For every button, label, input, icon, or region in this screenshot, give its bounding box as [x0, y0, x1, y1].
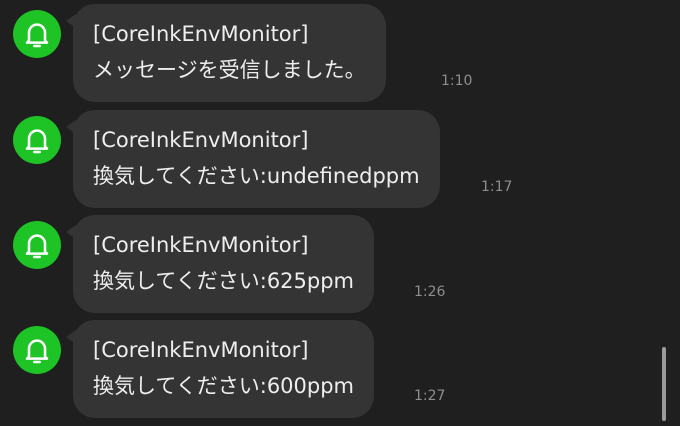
bell-icon — [25, 23, 49, 48]
message-bubble[interactable]: [CoreInkEnvMonitor] 換気してください:undefinedpp… — [66, 110, 440, 208]
avatar[interactable] — [13, 326, 61, 374]
message-text: 換気してください:625ppm — [93, 269, 355, 293]
message-time: 1:10 — [441, 73, 473, 89]
scrollbar[interactable] — [662, 347, 666, 421]
message-row: [CoreInkEnvMonitor] 換気してください:625ppm 1:26 — [0, 215, 660, 315]
message-text: メッセージを受信しました。 — [93, 58, 366, 82]
message-sender: [CoreInkEnvMonitor] — [93, 128, 309, 152]
message-bubble[interactable]: [CoreInkEnvMonitor] メッセージを受信しました。 — [66, 4, 386, 102]
message-text: 換気してください:undefinedppm — [93, 164, 420, 188]
message-time: 1:17 — [481, 179, 513, 195]
message-sender: [CoreInkEnvMonitor] — [93, 22, 309, 46]
message-time: 1:26 — [414, 284, 446, 300]
avatar[interactable] — [13, 10, 61, 58]
bell-icon — [25, 339, 49, 364]
message-row: [CoreInkEnvMonitor] メッセージを受信しました。 1:10 — [0, 4, 660, 104]
bell-icon — [25, 129, 49, 154]
message-row: [CoreInkEnvMonitor] 換気してください:600ppm 1:27 — [0, 320, 660, 420]
message-sender: [CoreInkEnvMonitor] — [93, 233, 309, 257]
avatar[interactable] — [13, 116, 61, 164]
message-time: 1:27 — [414, 388, 446, 404]
message-sender: [CoreInkEnvMonitor] — [93, 338, 309, 362]
avatar[interactable] — [13, 221, 61, 269]
bell-icon — [25, 234, 49, 259]
message-bubble[interactable]: [CoreInkEnvMonitor] 換気してください:625ppm — [65, 215, 375, 313]
message-text: 換気してください:600ppm — [93, 374, 355, 398]
message-row: [CoreInkEnvMonitor] 換気してください:undefinedpp… — [0, 110, 660, 210]
message-bubble[interactable]: [CoreInkEnvMonitor] 換気してください:600ppm — [65, 320, 375, 418]
